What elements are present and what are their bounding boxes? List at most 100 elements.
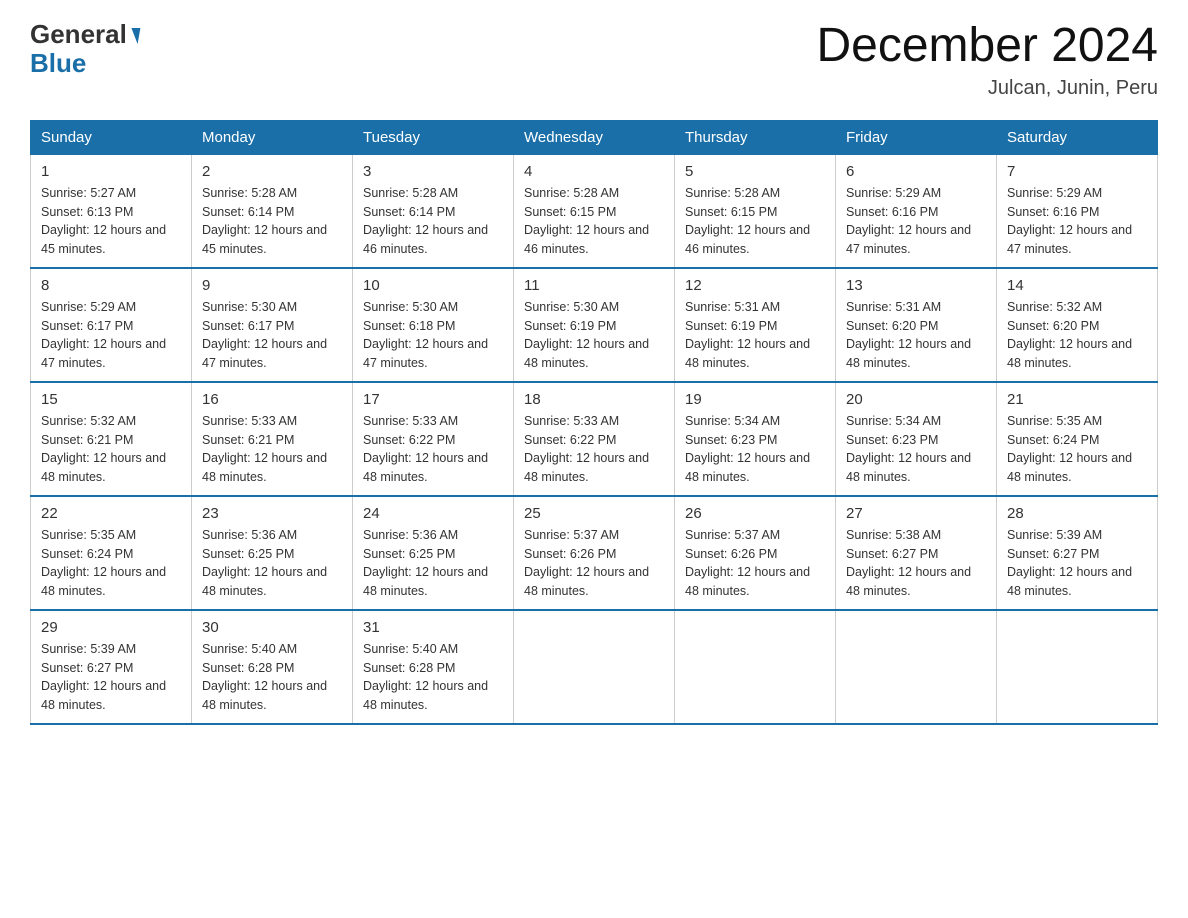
day-cell: 5 Sunrise: 5:28 AMSunset: 6:15 PMDaylight… — [675, 154, 836, 268]
logo-line2: Blue — [30, 49, 139, 78]
title-area: December 2024 Julcan, Junin, Peru — [816, 20, 1158, 100]
day-info: Sunrise: 5:30 AMSunset: 6:19 PMDaylight:… — [524, 298, 664, 373]
day-header-monday: Monday — [192, 120, 353, 154]
week-row-4: 22Sunrise: 5:35 AMSunset: 6:24 PMDayligh… — [31, 496, 1158, 610]
week-row-5: 29 Sunrise: 5:39 AMSunset: 6:27 PMDayligh… — [31, 610, 1158, 724]
day-cell: 15 Sunrise: 5:32 AMSunset: 6:21 PMDayligh… — [31, 382, 192, 496]
day-cell: 25 Sunrise: 5:37 AMSunset: 6:26 PMDayligh… — [514, 496, 675, 610]
day-header-friday: Friday — [836, 120, 997, 154]
day-cell: 17 Sunrise: 5:33 AMSunset: 6:22 PMDayligh… — [353, 382, 514, 496]
day-cell: 27 Sunrise: 5:38 AMSunset: 6:27 PMDayligh… — [836, 496, 997, 610]
day-cell: 19Sunrise: 5:34 AMSunset: 6:23 PMDayligh… — [675, 382, 836, 496]
day-number: 28 — [1007, 505, 1147, 522]
day-info: Sunrise: 5:38 AMSunset: 6:27 PMDaylight:… — [846, 526, 986, 601]
day-info: Sunrise: 5:35 AMSunset: 6:24 PMDaylight:… — [1007, 412, 1147, 487]
day-cell: 1Sunrise: 5:27 AMSunset: 6:13 PMDaylight… — [31, 154, 192, 268]
day-number: 17 — [363, 391, 503, 408]
day-cell: 10Sunrise: 5:30 AMSunset: 6:18 PMDayligh… — [353, 268, 514, 382]
day-info: Sunrise: 5:32 AMSunset: 6:21 PMDaylight:… — [41, 412, 181, 487]
day-number: 13 — [846, 277, 986, 294]
day-number: 6 — [846, 163, 986, 180]
location-label: Julcan, Junin, Peru — [816, 77, 1158, 100]
day-info: Sunrise: 5:37 AMSunset: 6:26 PMDaylight:… — [524, 526, 664, 601]
day-number: 5 — [685, 163, 825, 180]
day-number: 29 — [41, 619, 181, 636]
day-header-thursday: Thursday — [675, 120, 836, 154]
day-number: 19 — [685, 391, 825, 408]
day-cell: 8 Sunrise: 5:29 AMSunset: 6:17 PMDaylight… — [31, 268, 192, 382]
day-number: 4 — [524, 163, 664, 180]
day-cell: 21 Sunrise: 5:35 AMSunset: 6:24 PMDayligh… — [997, 382, 1158, 496]
day-cell: 29 Sunrise: 5:39 AMSunset: 6:27 PMDayligh… — [31, 610, 192, 724]
day-number: 27 — [846, 505, 986, 522]
day-number: 26 — [685, 505, 825, 522]
month-title: December 2024 — [816, 20, 1158, 73]
day-cell: 16 Sunrise: 5:33 AMSunset: 6:21 PMDayligh… — [192, 382, 353, 496]
day-info: Sunrise: 5:33 AMSunset: 6:21 PMDaylight:… — [202, 412, 342, 487]
day-info: Sunrise: 5:39 AMSunset: 6:27 PMDaylight:… — [41, 640, 181, 715]
day-number: 31 — [363, 619, 503, 636]
day-info: Sunrise: 5:31 AMSunset: 6:20 PMDaylight:… — [846, 298, 986, 373]
day-info: Sunrise: 5:34 AMSunset: 6:23 PMDaylight:… — [846, 412, 986, 487]
day-headers-row: SundayMondayTuesdayWednesdayThursdayFrid… — [31, 120, 1158, 154]
day-cell: 26 Sunrise: 5:37 AMSunset: 6:26 PMDayligh… — [675, 496, 836, 610]
day-cell — [997, 610, 1158, 724]
day-cell: 24Sunrise: 5:36 AMSunset: 6:25 PMDayligh… — [353, 496, 514, 610]
day-number: 14 — [1007, 277, 1147, 294]
day-header-saturday: Saturday — [997, 120, 1158, 154]
logo-arrow-icon — [128, 28, 140, 44]
day-cell: 20 Sunrise: 5:34 AMSunset: 6:23 PMDayligh… — [836, 382, 997, 496]
day-number: 20 — [846, 391, 986, 408]
day-info: Sunrise: 5:37 AMSunset: 6:26 PMDaylight:… — [685, 526, 825, 601]
day-info: Sunrise: 5:28 AMSunset: 6:14 PMDaylight:… — [363, 184, 503, 259]
day-info: Sunrise: 5:36 AMSunset: 6:25 PMDaylight:… — [202, 526, 342, 601]
day-number: 12 — [685, 277, 825, 294]
day-number: 25 — [524, 505, 664, 522]
day-number: 23 — [202, 505, 342, 522]
day-info: Sunrise: 5:28 AMSunset: 6:14 PMDaylight:… — [202, 184, 342, 259]
day-cell: 3Sunrise: 5:28 AMSunset: 6:14 PMDaylight… — [353, 154, 514, 268]
day-info: Sunrise: 5:33 AMSunset: 6:22 PMDaylight:… — [524, 412, 664, 487]
day-info: Sunrise: 5:31 AMSunset: 6:19 PMDaylight:… — [685, 298, 825, 373]
day-cell: 9 Sunrise: 5:30 AMSunset: 6:17 PMDaylight… — [192, 268, 353, 382]
day-number: 30 — [202, 619, 342, 636]
day-cell — [675, 610, 836, 724]
day-cell: 13 Sunrise: 5:31 AMSunset: 6:20 PMDayligh… — [836, 268, 997, 382]
day-info: Sunrise: 5:33 AMSunset: 6:22 PMDaylight:… — [363, 412, 503, 487]
logo: General Blue — [30, 20, 139, 77]
logo-text-general: General — [30, 20, 127, 49]
day-info: Sunrise: 5:39 AMSunset: 6:27 PMDaylight:… — [1007, 526, 1147, 601]
day-number: 8 — [41, 277, 181, 294]
day-header-tuesday: Tuesday — [353, 120, 514, 154]
day-number: 21 — [1007, 391, 1147, 408]
day-info: Sunrise: 5:35 AMSunset: 6:24 PMDaylight:… — [41, 526, 181, 601]
logo-line1: General — [30, 20, 139, 49]
day-cell: 7Sunrise: 5:29 AMSunset: 6:16 PMDaylight… — [997, 154, 1158, 268]
day-number: 11 — [524, 277, 664, 294]
day-cell: 30 Sunrise: 5:40 AMSunset: 6:28 PMDayligh… — [192, 610, 353, 724]
day-cell: 18Sunrise: 5:33 AMSunset: 6:22 PMDayligh… — [514, 382, 675, 496]
day-cell — [836, 610, 997, 724]
day-info: Sunrise: 5:29 AMSunset: 6:16 PMDaylight:… — [846, 184, 986, 259]
calendar-table: SundayMondayTuesdayWednesdayThursdayFrid… — [30, 120, 1158, 725]
day-info: Sunrise: 5:28 AMSunset: 6:15 PMDaylight:… — [524, 184, 664, 259]
day-number: 9 — [202, 277, 342, 294]
day-cell: 14Sunrise: 5:32 AMSunset: 6:20 PMDayligh… — [997, 268, 1158, 382]
day-cell: 6 Sunrise: 5:29 AMSunset: 6:16 PMDaylight… — [836, 154, 997, 268]
day-info: Sunrise: 5:28 AMSunset: 6:15 PMDaylight:… — [685, 184, 825, 259]
week-row-2: 8 Sunrise: 5:29 AMSunset: 6:17 PMDaylight… — [31, 268, 1158, 382]
day-cell: 11 Sunrise: 5:30 AMSunset: 6:19 PMDayligh… — [514, 268, 675, 382]
day-number: 15 — [41, 391, 181, 408]
day-cell — [514, 610, 675, 724]
day-info: Sunrise: 5:27 AMSunset: 6:13 PMDaylight:… — [41, 184, 181, 259]
day-cell: 4 Sunrise: 5:28 AMSunset: 6:15 PMDaylight… — [514, 154, 675, 268]
day-info: Sunrise: 5:30 AMSunset: 6:17 PMDaylight:… — [202, 298, 342, 373]
day-cell: 31Sunrise: 5:40 AMSunset: 6:28 PMDayligh… — [353, 610, 514, 724]
day-info: Sunrise: 5:29 AMSunset: 6:17 PMDaylight:… — [41, 298, 181, 373]
day-number: 24 — [363, 505, 503, 522]
logo-text-blue: Blue — [30, 48, 86, 78]
day-info: Sunrise: 5:40 AMSunset: 6:28 PMDaylight:… — [202, 640, 342, 715]
day-cell: 23 Sunrise: 5:36 AMSunset: 6:25 PMDayligh… — [192, 496, 353, 610]
day-number: 16 — [202, 391, 342, 408]
day-cell: 2Sunrise: 5:28 AMSunset: 6:14 PMDaylight… — [192, 154, 353, 268]
